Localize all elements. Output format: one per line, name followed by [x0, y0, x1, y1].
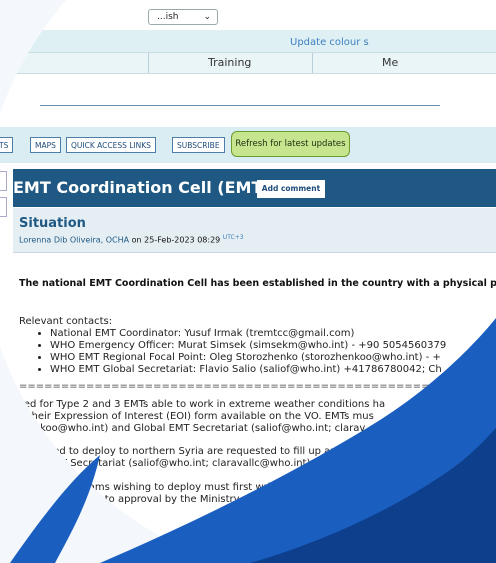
nav-divider	[148, 53, 149, 73]
post-datetime: 25-Feb-2023 08:29	[144, 235, 221, 245]
text-divider: ========================================…	[19, 381, 496, 392]
browser-content: ...ish ⌄ Update colour s Training Me TS …	[0, 0, 496, 563]
subscribe-button[interactable]: SUBSCRIBE	[172, 137, 225, 153]
paragraph-line: ect to approval by the Ministry of He	[86, 494, 270, 505]
contact-item: WHO EMT Regional Focal Point: Oleg Storo…	[50, 352, 446, 364]
contacts-heading: Relevant contacts:	[19, 316, 113, 327]
nav-item-me[interactable]: Me	[382, 56, 398, 69]
language-select-value: ...ish	[157, 12, 179, 22]
paragraph-line: l EMT Secretariat (saliof@who.int; clara…	[40, 458, 325, 469]
paragraph-line: ll teams wishing to deploy must first wr…	[70, 482, 305, 493]
main-nav: Training Me	[0, 52, 496, 74]
update-colour-link[interactable]: Update colour s	[290, 37, 369, 48]
refresh-button[interactable]: Refresh for latest updates	[231, 131, 350, 157]
alerts-button[interactable]: TS	[0, 137, 14, 153]
side-tab[interactable]	[0, 171, 7, 191]
section-title: EMT Coordination Cell (EMTCC)	[13, 178, 294, 197]
quick-access-links-button[interactable]: QUICK ACCESS LINKS	[66, 137, 156, 153]
nav-item-training[interactable]: Training	[208, 56, 251, 69]
contacts-list: National EMT Coordinator: Yusuf Irmak (t…	[22, 328, 446, 376]
chevron-down-icon: ⌄	[203, 12, 211, 22]
situation-label: Situation	[19, 216, 86, 231]
contact-item: National EMT Coordinator: Yusuf Irmak (t…	[50, 328, 446, 340]
situation-byline: Lorenna Dib Oliveira, OCHA on 25-Feb-202…	[19, 234, 244, 245]
lead-text: The national EMT Coordination Cell has b…	[19, 278, 496, 289]
paragraph-line: mit their Expression of Interest (EOI) f…	[8, 411, 374, 422]
side-tab[interactable]	[0, 197, 7, 217]
maps-button[interactable]: MAPS	[30, 137, 61, 153]
contact-item: WHO EMT Global Secretariat: Flavio Salio…	[50, 364, 446, 376]
nav-divider	[312, 53, 313, 73]
on-word: on	[129, 235, 145, 245]
contact-item: WHO Emergency Officer: Murat Simsek (sim…	[50, 340, 446, 352]
language-select[interactable]: ...ish ⌄	[148, 9, 218, 25]
add-comment-button[interactable]: Add comment	[257, 180, 325, 198]
top-band	[0, 30, 496, 52]
author-link[interactable]: Lorenna Dib Oliveira, OCHA	[19, 236, 129, 245]
paragraph-line: zhenkoo@who.int) and Global EMT Secretar…	[16, 423, 366, 434]
section-header: EMT Coordination Cell (EMTCC) Add commen…	[13, 169, 496, 207]
section-rule	[40, 105, 440, 106]
circle-viewport: ...ish ⌄ Update colour s Training Me TS …	[0, 0, 496, 563]
screenshot-page: ...ish ⌄ Update colour s Training Me TS …	[0, 0, 496, 563]
toolbar: TS MAPS QUICK ACCESS LINKS SUBSCRIBE Ref…	[0, 127, 496, 163]
paragraph-line: rested to deploy to northern Syria are r…	[34, 446, 343, 457]
timezone: UTC+3	[222, 234, 244, 241]
situation-bar: Situation Lorenna Dib Oliveira, OCHA on …	[13, 208, 496, 253]
paragraph-line: e need for Type 2 and 3 EMTs able to wor…	[2, 399, 386, 410]
